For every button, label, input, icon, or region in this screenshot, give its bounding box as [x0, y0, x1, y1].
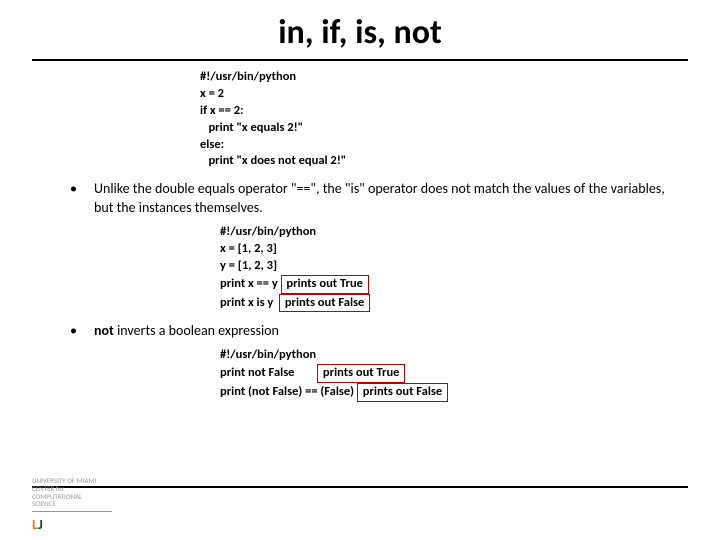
output-highlight: prints out True	[317, 364, 405, 383]
bullet-1: • Unlike the double equals operator "=="…	[70, 180, 684, 218]
footer-center: CENTER for COMPUTATIONAL SCIENCE	[32, 485, 688, 508]
footer-accent-line	[32, 511, 112, 512]
output-highlight: prints out False	[279, 294, 370, 313]
um-logo-icon: LJ	[32, 516, 43, 533]
output-highlight: prints out True	[281, 275, 369, 294]
code-block-1: #!/usr/bin/python x = 2 if x == 2: print…	[200, 69, 720, 170]
code-line: print "x equals 2!"	[200, 120, 720, 137]
code-block-2: #!/usr/bin/python x = [1, 2, 3] y = [1, …	[220, 224, 720, 312]
code-line: print x == y prints out True	[220, 275, 720, 294]
footer: UNIVERSITY OF MIAMI CENTER for COMPUTATI…	[32, 477, 688, 534]
bullet-text: Unlike the double equals operator "==", …	[94, 180, 684, 218]
bullet-text: not inverts a boolean expression	[94, 322, 684, 341]
code-line: x = 2	[200, 86, 720, 103]
code-line: if x == 2:	[200, 103, 720, 120]
bullet-dot: •	[70, 322, 94, 341]
code-line: print (not False) == (False) prints out …	[220, 383, 720, 402]
title-underline	[32, 59, 688, 61]
code-line: #!/usr/bin/python	[200, 69, 720, 86]
bullet-dot: •	[70, 180, 94, 218]
code-line: x = [1, 2, 3]	[220, 241, 720, 258]
code-line: print x is y prints out False	[220, 294, 720, 313]
bullet-2: • not inverts a boolean expression	[70, 322, 684, 341]
code-line: #!/usr/bin/python	[220, 224, 720, 241]
code-line: y = [1, 2, 3]	[220, 258, 720, 275]
output-highlight: prints out False	[357, 383, 448, 402]
code-line: #!/usr/bin/python	[220, 347, 720, 364]
code-line: else:	[200, 137, 720, 154]
code-block-3: #!/usr/bin/python print not False prints…	[220, 347, 720, 402]
slide-title: in, if, is, not	[0, 0, 720, 59]
footer-univ: UNIVERSITY OF MIAMI	[32, 477, 688, 485]
code-line: print "x does not equal 2!"	[200, 153, 720, 170]
code-line: print not False prints out True	[220, 364, 720, 383]
